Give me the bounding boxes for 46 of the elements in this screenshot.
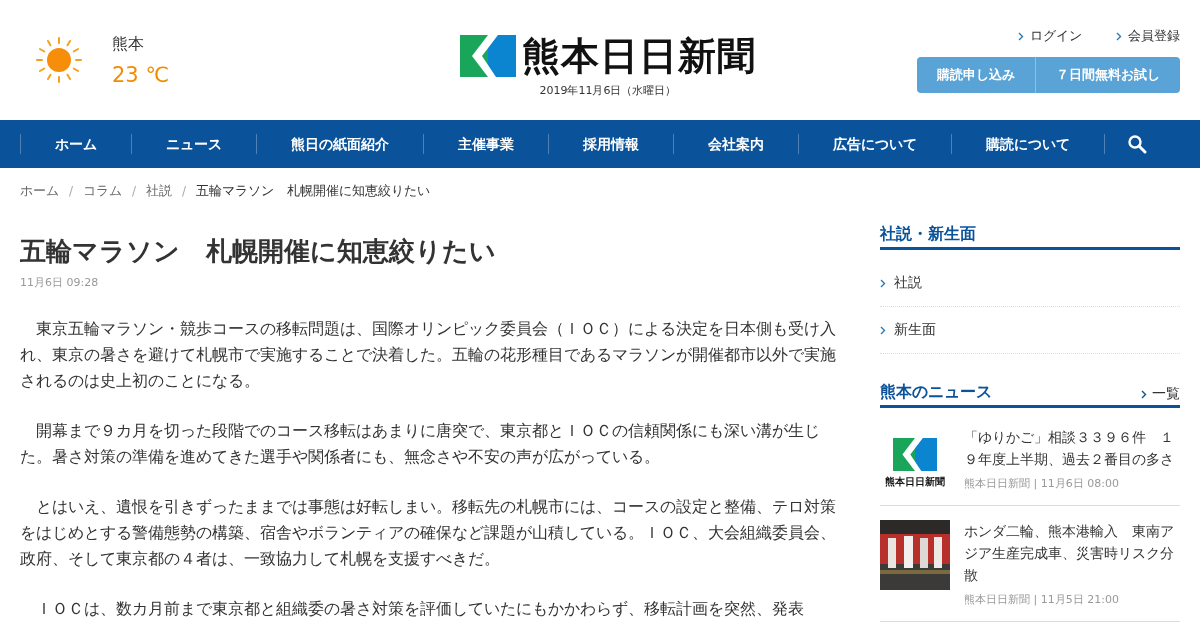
nav-item[interactable]: 会社案内 bbox=[673, 134, 798, 154]
article-time: 11月6日 09:28 bbox=[20, 275, 100, 290]
nav-item[interactable]: 採用情報 bbox=[548, 134, 673, 154]
article-paragraph: ＩＯＣは、数カ月前まで東京都と組織委の暑さ対策を評価していたにもかかわらず、移転計画を突然、発表 bbox=[35, 598, 805, 620]
search-icon bbox=[1127, 134, 1147, 154]
sidebar-link[interactable]: 新生面 bbox=[880, 307, 1180, 354]
breadcrumb-separator: / bbox=[69, 184, 74, 198]
account-link[interactable]: 会員登録 bbox=[1116, 27, 1180, 45]
article-paragraph: とはいえ、遺恨を引きずったままでは事態は好転しまい。移転先の札幌市には、コースの設定と整備、テロ対策をはじめとする警備態勢の構築、宿舎やボランティアの確保など課題が山積している。ＩＯＣ、大会組織委員会、政府、そして東京都の４者は、一致協力して札幌を支援すべきだ。 bbox=[20, 496, 837, 570]
section-title: 社説・新生面 bbox=[880, 224, 976, 245]
news-meta: 熊本日日新聞 | 11月5日 21:00 bbox=[964, 592, 1120, 607]
weather-temperature: 23 ℃ bbox=[112, 62, 169, 87]
news-meta: 熊本日日新聞 | 11月6日 08:00 bbox=[964, 476, 1120, 491]
chevron-icon bbox=[880, 325, 886, 335]
chevron-icon bbox=[1116, 31, 1122, 41]
chevron-icon bbox=[1141, 389, 1147, 399]
breadcrumb-link[interactable]: コラム bbox=[83, 182, 123, 200]
date-text: 2019年11月6日（水曜日） bbox=[539, 82, 677, 98]
breadcrumb-link[interactable]: ホーム bbox=[20, 182, 59, 200]
nav-item[interactable]: 広告について bbox=[798, 134, 951, 154]
breadcrumb-link[interactable]: 社説 bbox=[146, 182, 173, 200]
section-title: 熊本のニュース bbox=[880, 382, 992, 403]
chevron-icon bbox=[1018, 31, 1024, 41]
logo-mark-icon bbox=[893, 438, 937, 471]
account-link[interactable]: ログイン bbox=[1018, 27, 1082, 45]
sun-icon bbox=[36, 37, 82, 83]
sidebar-link[interactable]: 社説 bbox=[880, 260, 1180, 307]
chevron-icon bbox=[880, 278, 886, 288]
nav-item[interactable]: ニュース bbox=[131, 134, 256, 154]
more-link[interactable]: 一覧 bbox=[1141, 385, 1180, 403]
nav-item[interactable]: 主催事業 bbox=[423, 134, 548, 154]
newspaper-logo[interactable]: 熊本日日新聞 bbox=[522, 36, 756, 75]
news-headline[interactable]: 「ゆりかご」相談３３９６件 １９年度上半期、過去２番目の多さ bbox=[964, 426, 1180, 470]
news-headline[interactable]: ホンダ二輪、熊本港輸入 東南アジア生産完成車、災害時リスク分散 bbox=[964, 520, 1180, 586]
breadcrumb-separator: / bbox=[182, 184, 187, 198]
article-paragraph: 東京五輪マラソン・競歩コースの移転問題は、国際オリンピック委員会（ＩＯＣ）による決定を日本側も受け入れ、東京の暑さを避けて札幌市で実施することで決着した。五輪の花形種目であるマラソンが開催都市以外で実施されるのは史上初のことになる。 bbox=[20, 318, 837, 392]
logo-mark-icon bbox=[460, 34, 516, 77]
breadcrumb-link[interactable]: 五輪マラソン 札幌開催に知恵絞りたい bbox=[196, 182, 431, 200]
nav-item[interactable]: 購読について bbox=[951, 134, 1104, 154]
article-paragraph: 開幕まで９カ月を切った段階でのコース移転はあまりに唐突で、東京都とＩＯＣの信頼関係にも深い溝が生じた。暑さ対策の準備を進めてきた選手や関係者にも、無念さや不安の声が広がっている。 bbox=[20, 420, 821, 468]
nav-item[interactable]: 熊日の紙面紹介 bbox=[256, 134, 423, 154]
nav-item[interactable]: ホーム bbox=[20, 134, 131, 154]
thumbnail-logo-text: 熊本日日新聞 bbox=[885, 475, 945, 489]
breadcrumb-separator: / bbox=[132, 184, 137, 198]
weather-city: 熊本 bbox=[112, 33, 145, 55]
article-title: 五輪マラソン 札幌開催に知恵絞りたい bbox=[20, 235, 497, 268]
